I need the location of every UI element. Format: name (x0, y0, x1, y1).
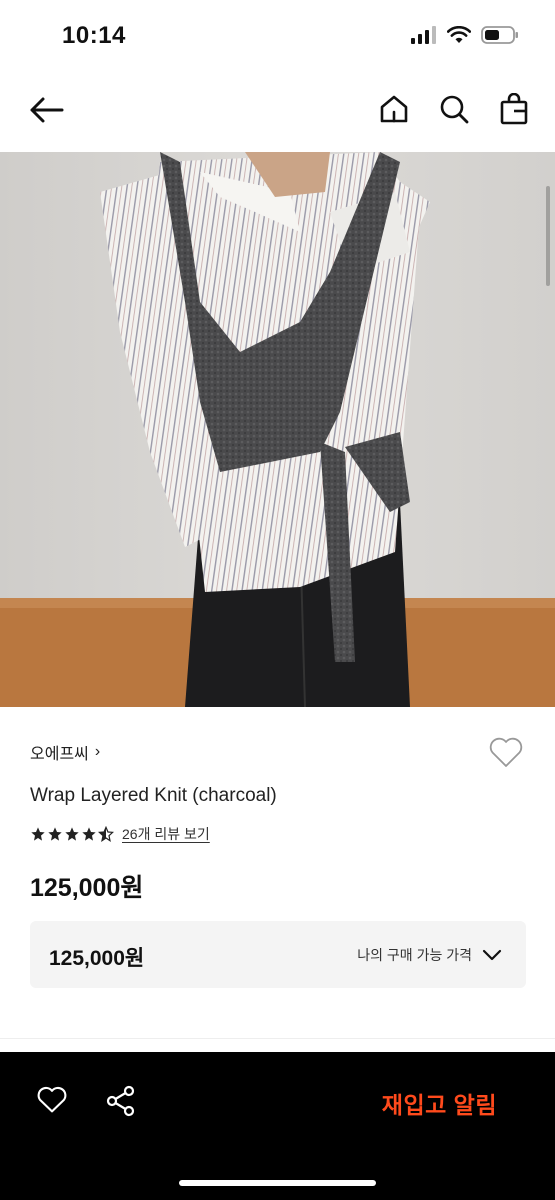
wifi-icon (446, 25, 472, 49)
rating-stars (30, 826, 114, 842)
signal-icon (411, 26, 437, 49)
product-price: 125,000원 (30, 874, 144, 902)
my-price-label: 나의 구매 가능 가격 (357, 947, 472, 963)
bottom-action-bar: 재입고 알림 (0, 1052, 555, 1200)
brand-name: 오에프씨 (30, 746, 89, 763)
chevron-down-icon (482, 945, 502, 965)
home-button[interactable] (375, 92, 413, 130)
arrow-left-icon (28, 96, 64, 129)
search-icon (439, 94, 469, 129)
battery-icon (481, 25, 519, 50)
image-scroll-indicator[interactable] (546, 186, 550, 286)
cart-button[interactable] (495, 92, 533, 130)
shopping-bag-icon (500, 92, 528, 130)
star-icon (65, 827, 79, 841)
home-indicator (179, 1180, 376, 1186)
share-icon (105, 1085, 137, 1122)
star-icon (48, 827, 62, 841)
section-divider (0, 1038, 555, 1039)
heart-outline-icon (36, 1086, 68, 1119)
share-button[interactable] (103, 1085, 139, 1121)
search-button[interactable] (435, 92, 473, 130)
restock-alert-button[interactable]: 재입고 알림 (382, 1086, 497, 1120)
home-icon (379, 94, 409, 129)
product-photo (0, 152, 555, 707)
header-actions (375, 92, 533, 130)
my-price-value: 125,000원 (49, 947, 145, 970)
heart-outline-icon (488, 736, 524, 773)
bottom-wishlist-button[interactable] (34, 1085, 70, 1119)
review-link[interactable]: 26개 리뷰 보기 (122, 824, 210, 844)
wishlist-button[interactable] (487, 736, 525, 772)
app-header (0, 74, 555, 152)
star-icon (31, 827, 45, 841)
status-bar: 10:14 (0, 0, 555, 74)
star-icon (82, 827, 96, 841)
back-button[interactable] (26, 94, 66, 130)
my-price-dropdown[interactable]: 125,000원 나의 구매 가능 가격 (30, 921, 526, 988)
star-half-icon (98, 826, 114, 842)
status-time: 10:14 (62, 22, 126, 49)
rating-row: 26개 리뷰 보기 (30, 824, 210, 844)
product-image[interactable] (0, 152, 555, 707)
chevron-right-icon: › (94, 743, 101, 760)
brand-link[interactable]: 오에프씨 › (30, 740, 100, 764)
status-icons (411, 25, 519, 50)
product-name: Wrap Layered Knit (charcoal) (30, 785, 277, 806)
